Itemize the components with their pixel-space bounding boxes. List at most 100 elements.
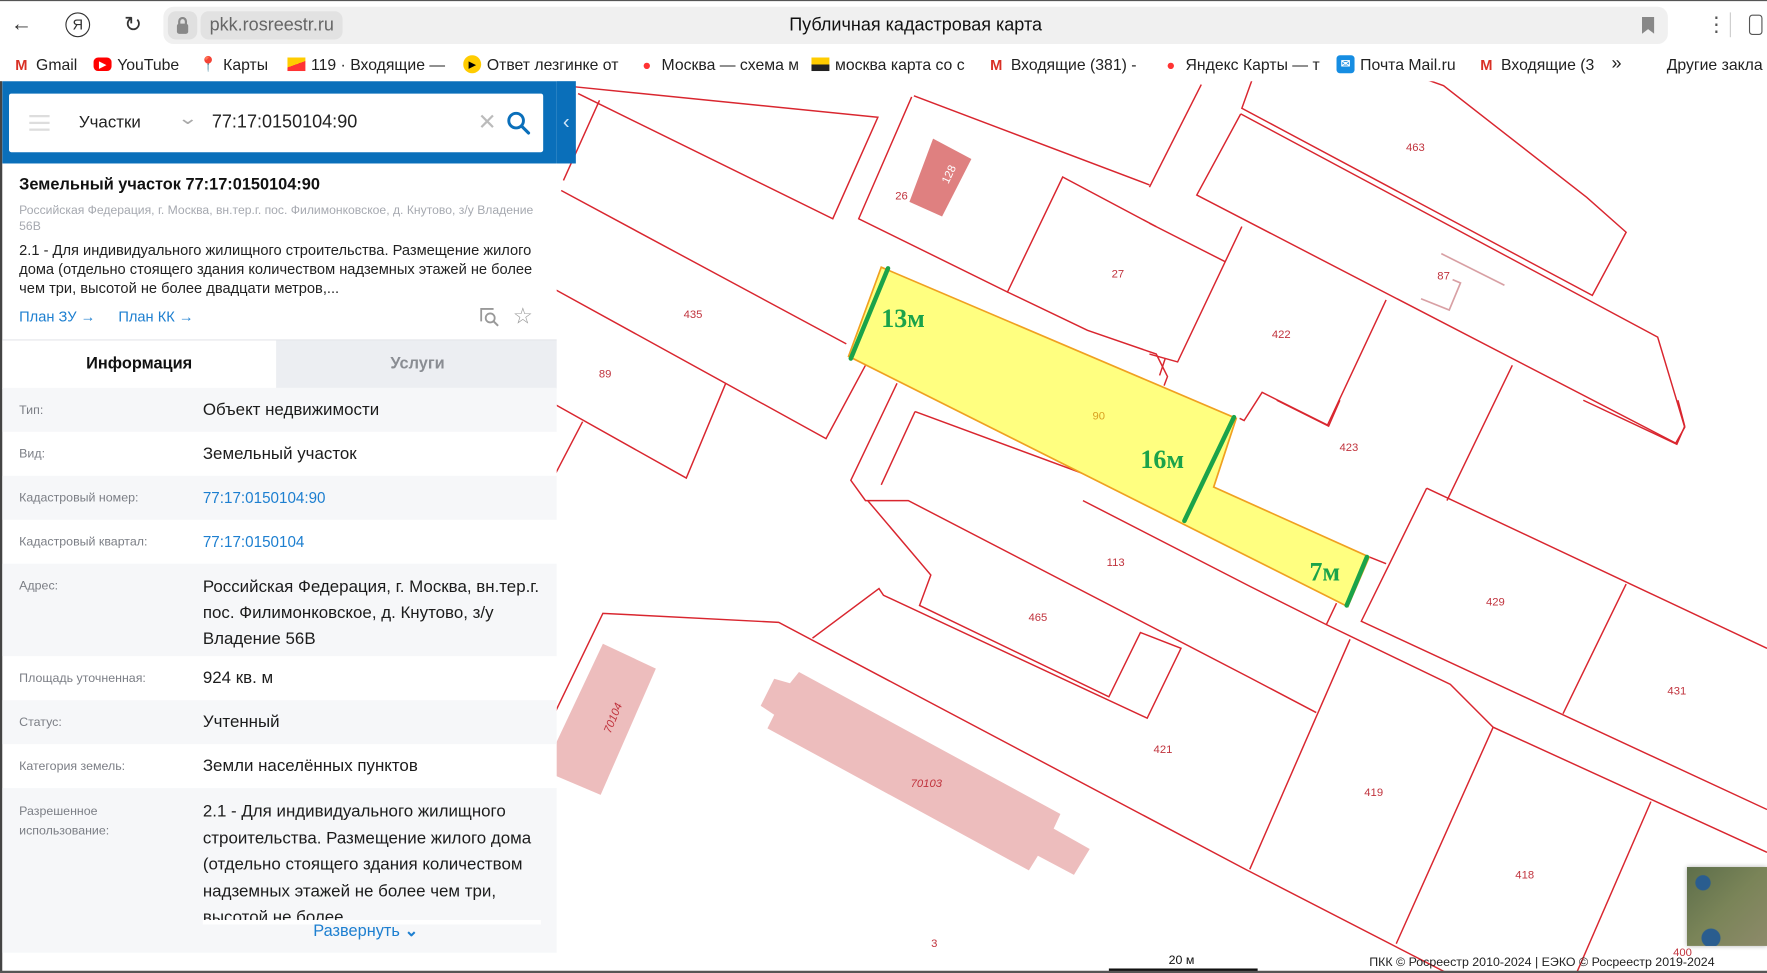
info-panel: Участки ⌄ ✕ Земельный участок 77:17:0150… (0, 81, 557, 973)
parcel-labels: 26 128 435 89 27 463 87 422 90 423 113 4… (597, 140, 1693, 960)
yandex-button[interactable]: Я (63, 10, 92, 39)
parcel-title: Земельный участок 77:17:0150104:90 (19, 175, 320, 194)
parcel-address: Российская Федерация, г. Москва, вн.тер.… (19, 204, 534, 234)
cadastral-quarter-link[interactable]: 77:17:0150104 (203, 530, 541, 555)
parcel-label: 26 (895, 191, 908, 203)
search-bar: Участки ⌄ ✕ (9, 93, 544, 153)
bookmark-maps[interactable]: 📍 Карты (199, 53, 268, 76)
favorite-star-icon[interactable]: ☆ (513, 302, 533, 330)
measure-label-16: 16м (1140, 445, 1184, 474)
chevron-down-icon[interactable]: ⌄ (177, 107, 198, 130)
parcel-label: 431 (1667, 686, 1686, 698)
reload-icon: ↻ (123, 12, 142, 37)
extension-icon[interactable] (1748, 14, 1763, 35)
plan-zu-link[interactable]: План ЗУ → (19, 308, 95, 325)
bookmark-inbox-381[interactable]: M Входящие (381) - (987, 53, 1147, 76)
info-row-kind: Вид: Земельный участок (19, 444, 357, 464)
info-row-address: Адрес: Российская Федерация, г. Москва, в… (2, 563, 557, 657)
info-row-cadastral-quarter: Кадастровый квартал: 77:17:0150104 (2, 520, 556, 564)
bookmark-yandex-maps[interactable]: ● Яндекс Карты — т (1162, 53, 1322, 76)
search-on-map-icon[interactable] (478, 306, 501, 329)
bookmark-youtube[interactable]: ▶ YouTube (93, 53, 179, 76)
chevron-left-icon: ‹ (562, 110, 570, 134)
image-icon (811, 57, 830, 72)
building-70103[interactable] (760, 671, 1090, 875)
back-button[interactable]: ← (7, 10, 36, 39)
search-input[interactable] (211, 107, 472, 139)
measure-label-7: 7м (1309, 558, 1340, 587)
search-icon[interactable] (505, 109, 532, 136)
map-attribution: ПКК © Росреестр 2010-2024 | ЕЭКО © Росре… (1369, 956, 1715, 970)
gmail-icon: M (1480, 55, 1493, 73)
info-row-status: Статус: Учтенный (2, 700, 557, 745)
category-select[interactable]: Участки (79, 94, 141, 153)
parcel-label-selected: 90 (1092, 410, 1105, 422)
menu-icon[interactable] (29, 115, 50, 131)
bookmarks-bar: M Gmail ▶ YouTube 📍 Карты 119 · Входящие — … (0, 47, 1767, 82)
bookmark-inbox[interactable]: M Входящие (3 (1477, 53, 1603, 76)
parcel-label: 3 (931, 938, 937, 950)
plan-kk-link[interactable]: План КК → (118, 308, 193, 325)
bookmark-gmail[interactable]: M Gmail (12, 53, 77, 76)
expand-button[interactable]: Развернуть ⌄ (313, 922, 418, 940)
parcel-label: 465 (1028, 612, 1047, 624)
gmail-icon: M (990, 55, 1003, 73)
info-row-permitted-use: Разрешенное использование: 2.1 - Для инди… (2, 788, 557, 953)
map-pin-icon: ● (642, 55, 652, 73)
browser-menu-icon[interactable]: ⋮ (1706, 10, 1726, 39)
search-header: Участки ⌄ ✕ (2, 81, 557, 164)
yandex-logo-icon: Я (65, 12, 91, 38)
collapse-panel-button[interactable]: ‹ (556, 81, 576, 164)
selected-parcel-90[interactable] (847, 266, 1371, 608)
bookmark-video[interactable]: ▶ Ответ лезгинке от (463, 53, 621, 76)
parcel-label: 87 (1437, 271, 1450, 283)
other-bookmarks[interactable]: Другие закла (1667, 53, 1767, 76)
play-icon: ▶ (463, 55, 482, 74)
scale-label: 20 м (1168, 953, 1195, 968)
reload-button[interactable]: ↻ (118, 10, 147, 39)
info-row-area: Площадь уточненная: 924 кв. м (19, 668, 274, 688)
parcel-label: 463 (1406, 142, 1425, 154)
parcel-label: 422 (1272, 329, 1291, 341)
bookmark-moscow-map[interactable]: москва карта со с (811, 53, 971, 76)
arrow-left-icon: ← (10, 12, 33, 37)
toolbar-divider (1729, 12, 1731, 38)
yandex-mail-icon (287, 57, 306, 72)
page-title: Публичная кадастровая карта (789, 15, 1043, 35)
clear-icon[interactable]: ✕ (478, 107, 497, 139)
tabs: Информация Услуги (2, 339, 557, 389)
parcel-label: 435 (684, 309, 703, 321)
parcel-label: 421 (1154, 744, 1173, 756)
info-row-type: Тип: Объект недвижимости (2, 387, 557, 432)
parcel-label: 89 (599, 369, 612, 381)
browser-toolbar: ← Я ↻ pkk.rosreestr.ru Публичная кадастр… (0, 0, 1767, 48)
map-pin-icon: ● (1166, 55, 1176, 73)
chevron-down-icon: ⌄ (404, 922, 419, 941)
parcel-description: 2.1 - Для индивидуального жилищного стро… (19, 241, 533, 297)
parcel-label: 419 (1364, 787, 1383, 799)
parcel-label: 113 (1107, 557, 1125, 569)
info-row-land-category: Категория земель: Земли населённых пункто… (19, 756, 418, 776)
info-row-cadastral-number: Кадастровый номер: 77:17:0150104:90 (2, 475, 557, 520)
youtube-icon: ▶ (93, 57, 112, 72)
parcel-87-marks (1420, 252, 1505, 312)
bookmark-moscow-scheme[interactable]: ● Москва — схема м (638, 53, 797, 76)
parcel-label: 418 (1515, 869, 1534, 881)
bookmark-yandex-mail[interactable]: 119 · Входящие — (287, 53, 445, 76)
buildings (555, 138, 1090, 875)
parcel-label: 429 (1486, 596, 1505, 608)
bookmark-mailru[interactable]: ✉ Почта Mail.ru (1336, 53, 1456, 76)
gmail-icon: M (15, 55, 28, 73)
parcel-label: 423 (1340, 442, 1359, 454)
parcel-boundaries (554, 81, 1767, 973)
mailru-icon: ✉ (1336, 55, 1355, 74)
more-bookmarks-button[interactable]: » (1611, 53, 1621, 76)
tab-info[interactable]: Информация (2, 340, 277, 389)
cadastral-number-link[interactable]: 77:17:0150104:90 (203, 486, 541, 511)
tab-services[interactable]: Услуги (276, 340, 557, 389)
parcel-label: 27 (1112, 268, 1125, 280)
address-bar[interactable]: pkk.rosreestr.ru Публичная кадастровая к… (163, 6, 1668, 44)
google-maps-icon: 📍 (199, 55, 218, 73)
satellite-layer-toggle[interactable] (1686, 867, 1767, 946)
measure-label-13: 13м (881, 304, 925, 333)
